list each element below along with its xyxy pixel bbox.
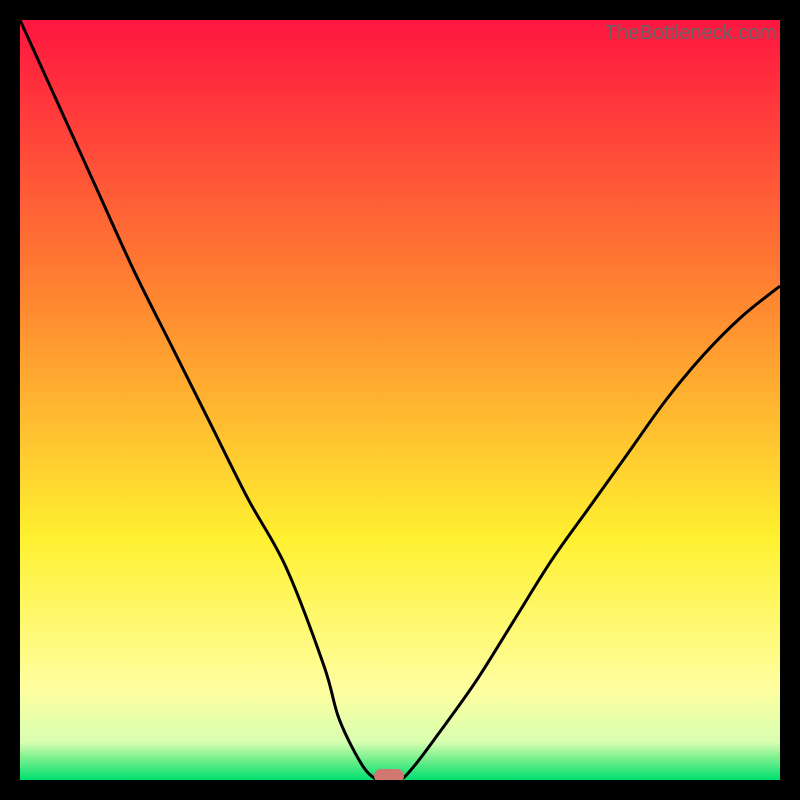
plot-area [20,20,780,780]
watermark: TheBottleneck.com [605,22,776,45]
bottleneck-curve [20,20,780,780]
optimal-marker [374,769,404,780]
